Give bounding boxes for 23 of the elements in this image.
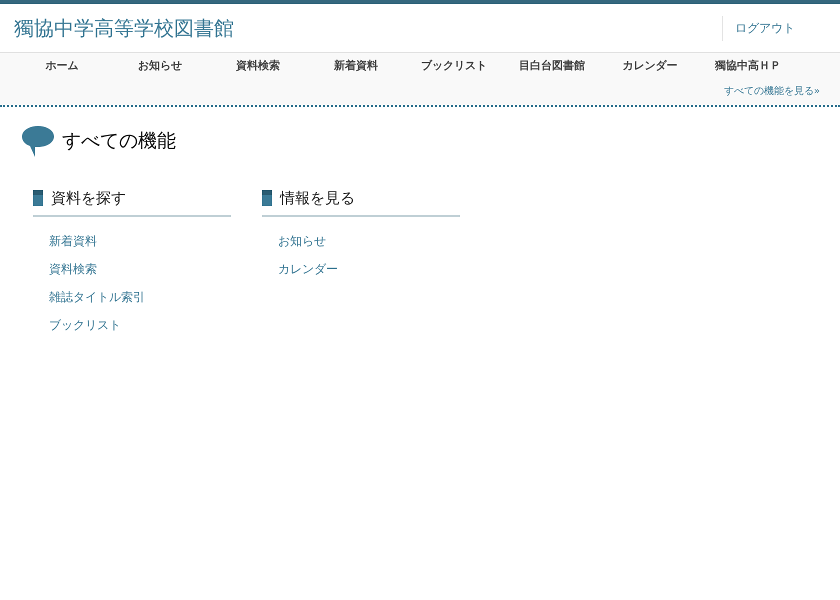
feature-link[interactable]: カレンダー xyxy=(278,260,338,278)
nav-link[interactable]: ブックリスト xyxy=(421,58,487,74)
section-heading: 情報を見る xyxy=(280,188,355,209)
feature-link[interactable]: 雑誌タイトル索引 xyxy=(49,288,145,306)
heading-marker-icon xyxy=(33,190,43,206)
nav-link[interactable]: ホーム xyxy=(46,58,78,74)
nav-link[interactable]: 獨協中高ＨＰ xyxy=(715,58,781,74)
nav-link[interactable]: お知らせ xyxy=(138,58,182,74)
feature-link[interactable]: ブックリスト xyxy=(49,316,121,334)
nav-link[interactable]: カレンダー xyxy=(622,58,678,74)
logout-link[interactable]: ログアウト xyxy=(722,16,795,40)
speech-bubble-icon xyxy=(22,126,54,156)
section-heading: 資料を探す xyxy=(51,188,126,209)
nav-link[interactable]: 新着資料 xyxy=(334,58,378,74)
heading-marker-icon xyxy=(262,190,272,206)
feature-link[interactable]: 資料検索 xyxy=(49,260,97,278)
all-features-link[interactable]: すべての機能を見る» xyxy=(724,85,820,99)
nav-link[interactable]: 資料検索 xyxy=(236,58,280,74)
site-title[interactable]: 獨協中学高等学校図書館 xyxy=(14,14,234,42)
feature-link[interactable]: 新着資料 xyxy=(49,232,97,250)
feature-link[interactable]: お知らせ xyxy=(278,232,326,250)
page-title: すべての機能 xyxy=(62,129,176,154)
nav-link[interactable]: 目白台図書館 xyxy=(519,58,585,74)
